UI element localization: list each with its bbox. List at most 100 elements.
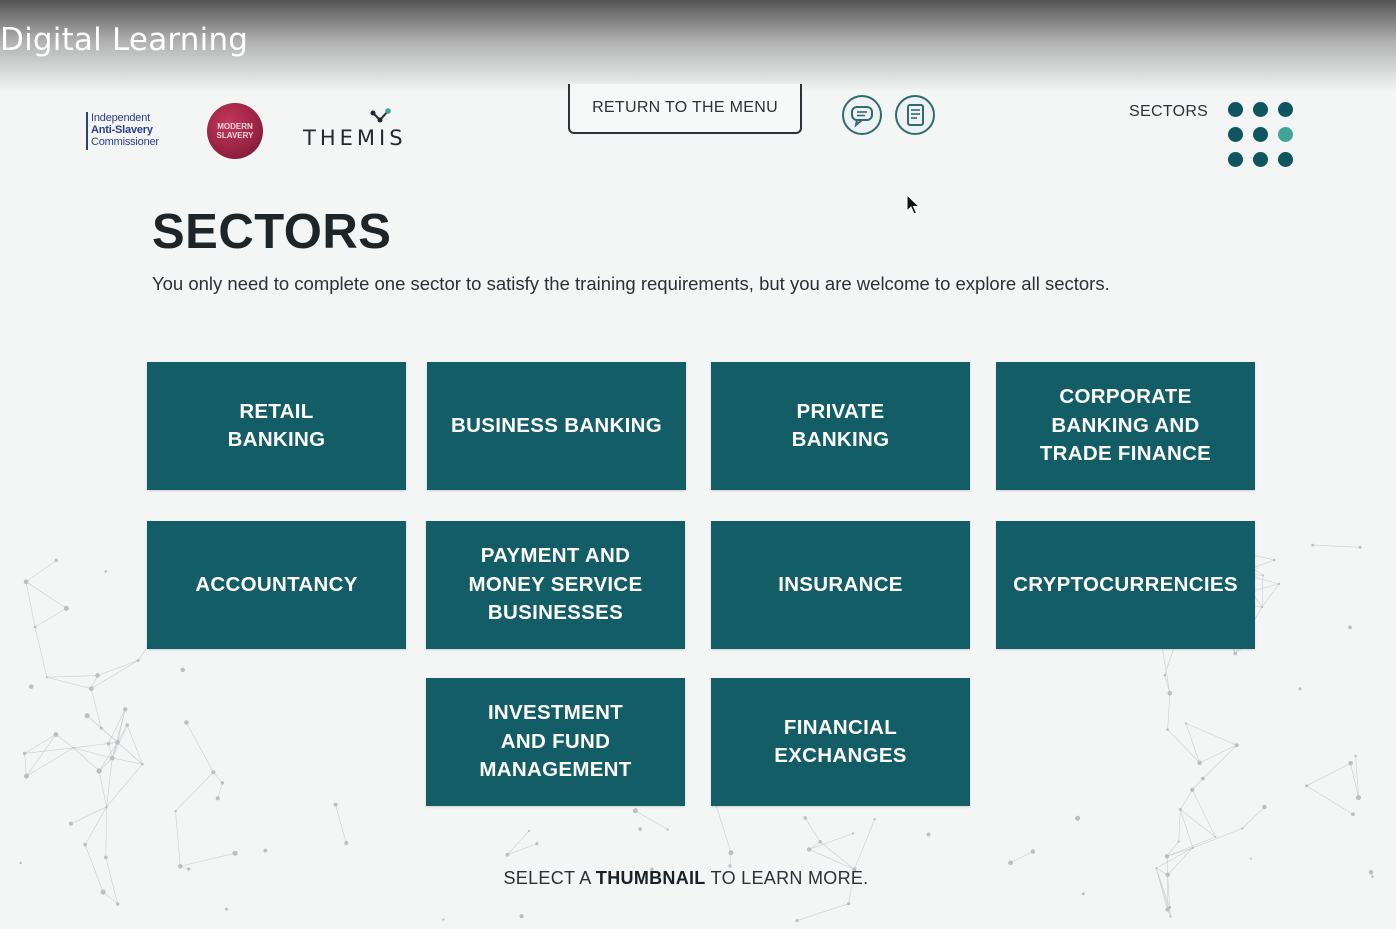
network-line xyxy=(26,734,57,777)
network-node xyxy=(174,809,177,813)
nine-dot-grid-icon[interactable] xyxy=(1228,102,1300,174)
network-line xyxy=(102,891,118,905)
network-node xyxy=(211,770,216,775)
network-node xyxy=(519,914,524,919)
network-node xyxy=(125,723,129,727)
tile-payment-money-service[interactable]: PAYMENT AND MONEY SERVICE BUSINESSES xyxy=(426,521,685,649)
sectors-nav-label: SECTORS xyxy=(1129,103,1209,120)
tile-investment-fund-management[interactable]: INVESTMENT AND FUND MANAGEMENT xyxy=(426,678,685,806)
network-line xyxy=(213,771,223,784)
network-node xyxy=(1233,651,1238,656)
network-line xyxy=(105,806,107,858)
network-line xyxy=(90,688,102,729)
network-node xyxy=(122,707,128,712)
network-line xyxy=(1156,847,1193,869)
network-line xyxy=(126,724,143,765)
network-line xyxy=(854,819,876,870)
tile-label: ACCOUNTANCY xyxy=(195,572,358,596)
network-node xyxy=(53,732,59,737)
logo-line: Independent xyxy=(91,112,150,124)
network-node xyxy=(1164,854,1170,859)
network-line xyxy=(112,757,143,765)
network-node xyxy=(28,684,34,689)
grid-dot xyxy=(1253,152,1268,167)
network-node xyxy=(104,855,108,860)
network-node xyxy=(851,832,855,835)
tile-label: FINANCIAL EXCHANGES xyxy=(774,715,907,768)
network-line xyxy=(1192,778,1204,791)
network-node xyxy=(1030,849,1036,854)
network-line xyxy=(1185,723,1200,763)
network-node xyxy=(333,802,338,807)
document-icon xyxy=(907,104,924,126)
network-line xyxy=(73,742,118,749)
tile-insurance[interactable]: INSURANCE xyxy=(711,521,970,649)
tile-retail-banking[interactable]: RETAIL BANKING xyxy=(147,362,406,490)
network-line xyxy=(97,660,139,676)
network-line xyxy=(1199,744,1237,764)
network-line xyxy=(106,763,143,808)
network-node xyxy=(527,829,531,833)
network-node xyxy=(1163,673,1167,677)
network-line xyxy=(809,849,855,870)
network-line xyxy=(84,806,107,845)
network-node xyxy=(180,667,185,673)
chat-button[interactable] xyxy=(842,95,882,135)
network-node xyxy=(105,805,108,809)
network-node xyxy=(666,828,669,831)
logo-line: Commissioner xyxy=(91,136,159,148)
network-node xyxy=(215,796,220,801)
network-node xyxy=(68,821,74,826)
tile-accountancy[interactable]: ACCOUNTANCY xyxy=(147,521,406,649)
network-line xyxy=(507,843,537,856)
network-node xyxy=(115,739,120,745)
network-node xyxy=(1262,804,1267,810)
network-node xyxy=(104,570,108,573)
tile-label: RETAIL BANKING xyxy=(227,399,326,452)
themis-mark-icon xyxy=(370,108,391,123)
network-line xyxy=(106,758,113,807)
network-node xyxy=(22,751,27,756)
page-subtitle: You only need to complete one sector to … xyxy=(152,273,1110,294)
grid-dot xyxy=(1228,127,1243,142)
network-node xyxy=(63,605,69,611)
network-node xyxy=(45,676,48,679)
network-line xyxy=(1192,789,1216,838)
tile-corporate-banking[interactable]: CORPORATE BANKING AND TRADE FINANCE xyxy=(996,362,1255,490)
footer-hint-post: TO LEARN MORE. xyxy=(710,868,869,888)
network-node xyxy=(728,850,734,856)
tile-business-banking[interactable]: BUSINESS BANKING xyxy=(427,362,686,490)
network-line xyxy=(25,581,67,609)
tile-private-banking[interactable]: PRIVATE BANKING xyxy=(711,362,970,490)
network-line xyxy=(1166,836,1216,857)
network-node xyxy=(84,713,90,719)
network-node xyxy=(926,832,931,837)
network-line xyxy=(1010,851,1034,864)
network-node xyxy=(535,842,539,846)
video-title: Digital Learning xyxy=(0,22,249,58)
network-node xyxy=(88,686,94,692)
network-node xyxy=(806,847,812,852)
return-to-menu-button[interactable]: RETURN TO THE MENU xyxy=(568,84,802,134)
tile-cryptocurrencies[interactable]: CRYPTOCURRENCIES xyxy=(996,521,1255,649)
network-node xyxy=(109,755,115,761)
network-node xyxy=(1348,760,1353,766)
network-line xyxy=(819,841,855,870)
tile-financial-exchanges[interactable]: FINANCIAL EXCHANGES xyxy=(711,678,970,806)
network-node xyxy=(19,861,22,865)
network-node xyxy=(136,658,140,662)
tile-label: BUSINESS BANKING xyxy=(451,413,662,437)
network-node xyxy=(33,625,37,629)
network-node xyxy=(1305,784,1309,788)
notes-button[interactable] xyxy=(895,95,935,135)
network-node xyxy=(72,746,75,749)
network-node xyxy=(1184,722,1188,725)
network-line xyxy=(180,852,236,867)
page-title: SECTORS xyxy=(152,205,392,259)
network-line xyxy=(25,581,36,628)
network-node xyxy=(1348,625,1352,630)
network-node xyxy=(505,852,510,857)
network-node xyxy=(184,720,189,725)
network-node xyxy=(263,848,268,853)
network-node xyxy=(95,673,100,678)
